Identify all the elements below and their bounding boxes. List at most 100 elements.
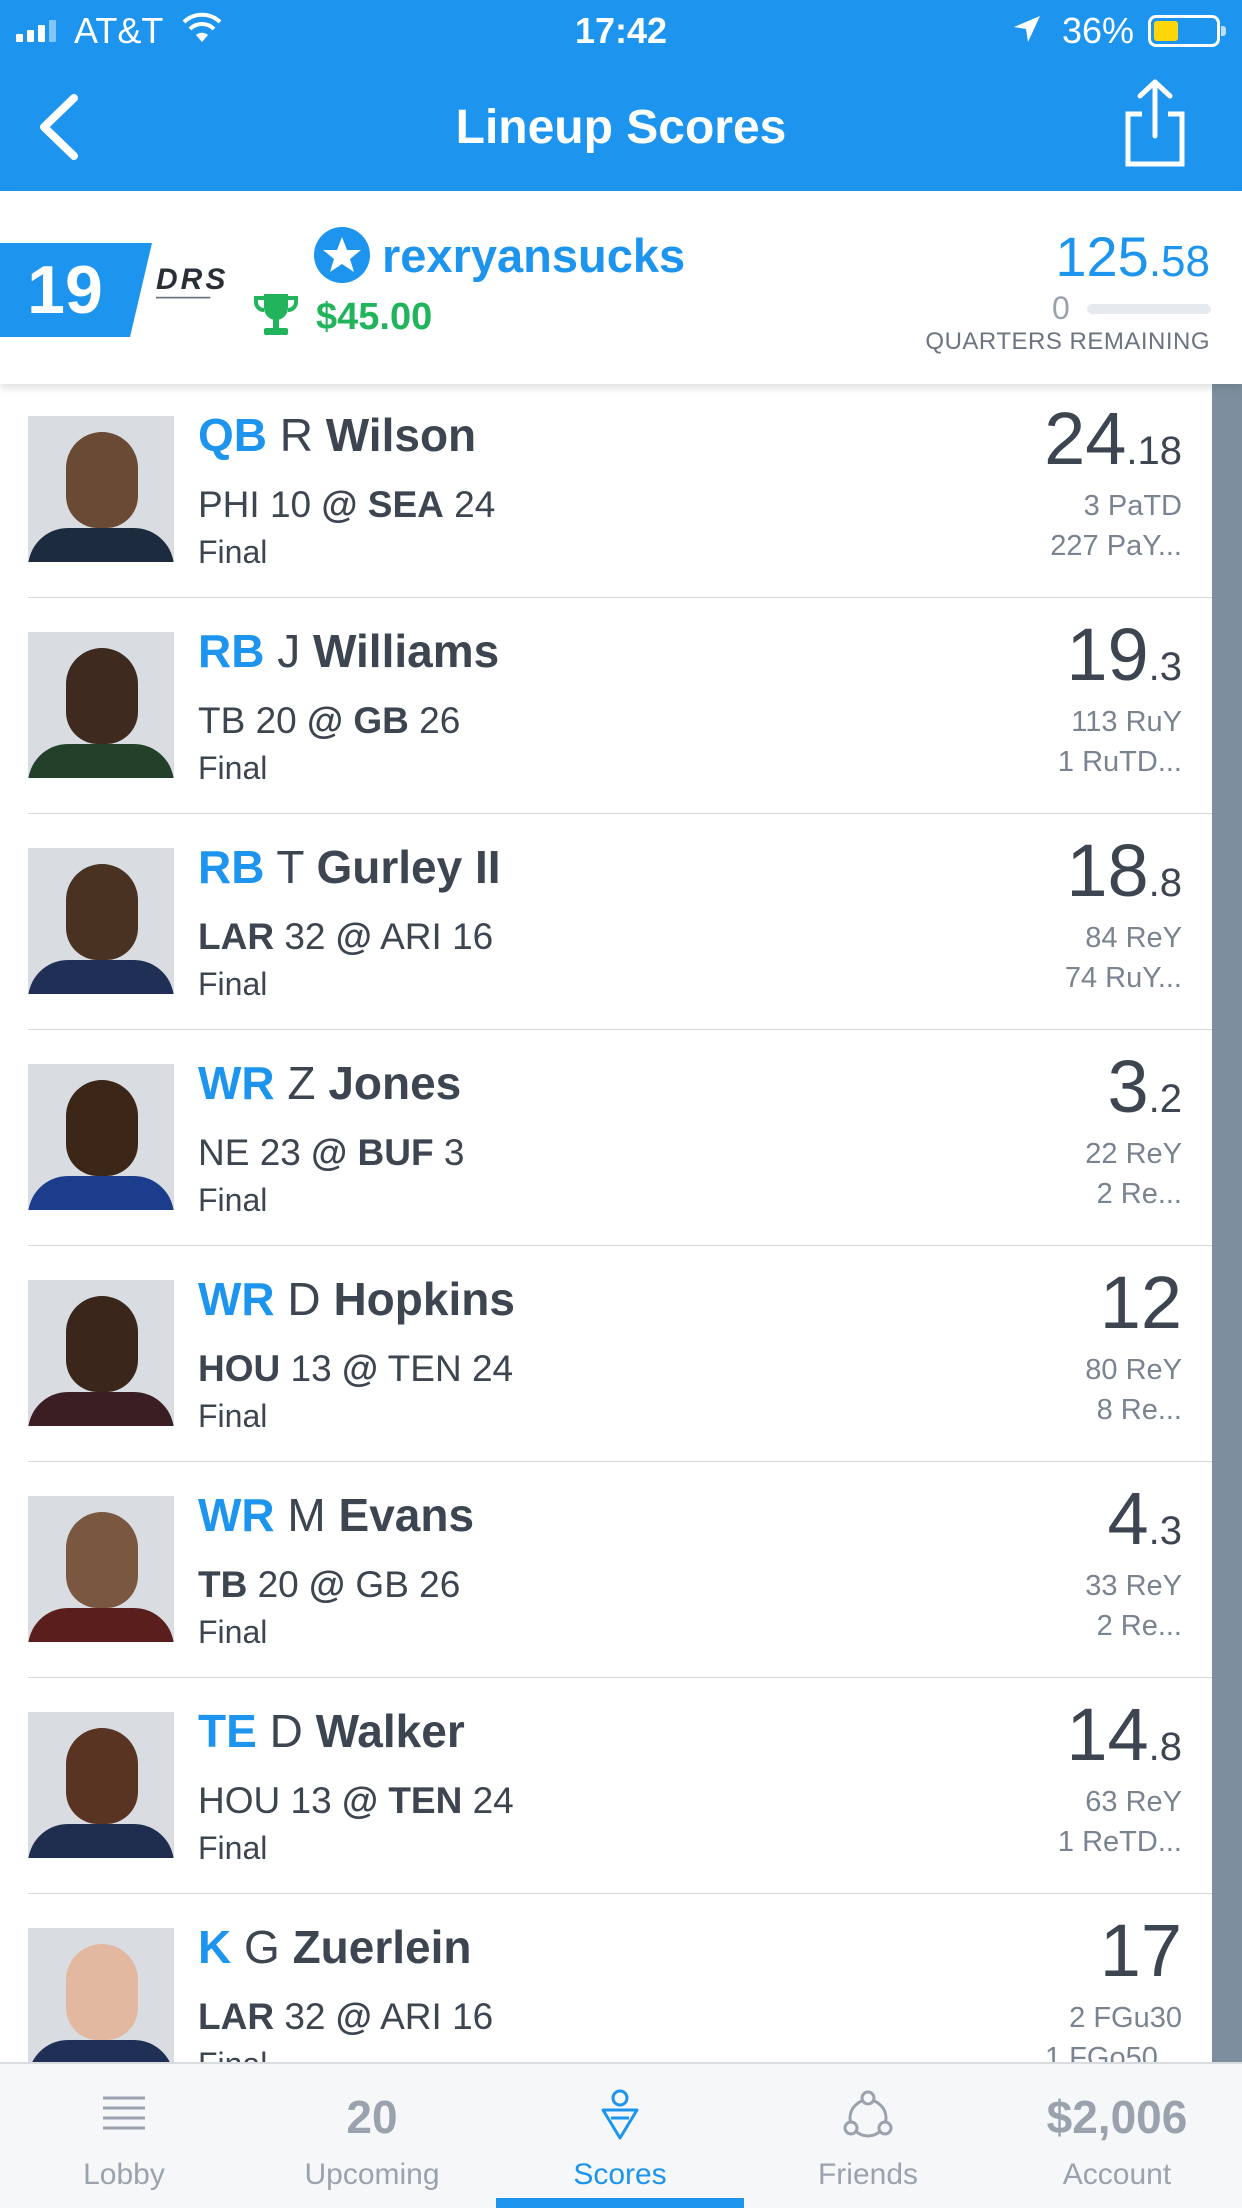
player-position: WR [198,1489,275,1541]
points-decimal: .8 [1148,1725,1182,1769]
tab-lobby[interactable]: Lobby [0,2064,248,2208]
player-first-initial: M [287,1489,326,1541]
tab-upcoming[interactable]: 20 Upcoming [248,2064,496,2208]
player-row[interactable]: WR Z Jones NE 23 @ BUF 3 Final 3.2 22 ReY 2 R… [28,1030,1212,1246]
player-points: 3.2 [1107,1044,1182,1129]
away-team: LAR [198,916,275,957]
tab-account[interactable]: $2,006 Account [992,2064,1242,2208]
player-last-name: Gurley II [316,841,501,893]
star-badge-icon [314,227,370,283]
status-bar: AT&T 17:42 36% [0,0,1242,62]
away-score: 13 [290,1780,332,1821]
game-status: Final [198,1614,268,1650]
game-status: Final [198,1182,268,1218]
player-row[interactable]: QB R Wilson PHI 10 @ SEA 24 Final 24.18 3 Pa… [28,384,1212,598]
player-photo-head [66,1512,138,1608]
home-score: 24 [471,1348,514,1389]
points-int: 17 [1099,1909,1182,1992]
entry-username[interactable]: rexryansucks [382,228,685,283]
tab-bar: Lobby 20 Upcoming Scores Friends $2,006 … [0,2062,1242,2208]
player-last-name: Evans [338,1489,475,1541]
player-position: QB [198,409,267,461]
player-name[interactable]: QB R Wilson [198,408,476,462]
at-symbol: @ [307,700,344,741]
account-balance: $2,006 [1046,2091,1188,2143]
lineup-list[interactable]: QB R Wilson PHI 10 @ SEA 24 Final 24.18 3 Pa… [0,384,1242,2062]
points-decimal: .3 [1148,1509,1182,1553]
stat-line-1: 22 ReY [1085,1138,1182,1170]
upcoming-count: 20 [346,2091,398,2143]
at-symbol: @ [335,1996,372,2037]
player-row[interactable]: RB J Williams TB 20 @ GB 26 Final 19.3 113 R… [28,598,1212,814]
player-name[interactable]: K G Zuerlein [198,1920,472,1974]
away-team: NE [198,1132,250,1173]
points-int: 24 [1044,397,1127,480]
player-last-name: Zuerlein [292,1921,472,1973]
player-row[interactable]: TE D Walker HOU 13 @ TEN 24 Final 14.8 63 Re… [28,1678,1212,1894]
stat-line-1: 84 ReY [1085,922,1182,954]
tab-scores[interactable]: Scores [496,2064,744,2208]
home-score: 26 [419,1564,461,1605]
home-team: ARI [380,916,442,957]
entry-logo: DRS ━━━━━━━━━ [156,263,266,313]
game-score: HOU 13 @ TEN 24 [198,1780,514,1822]
player-photo [28,632,174,778]
player-photo-jersey [28,2040,174,2062]
stat-line-1: 2 FGu30 [1069,2002,1182,2034]
player-first-initial: Z [287,1057,316,1109]
stat-line-2: 74 RuY... [1064,962,1182,994]
page-title: Lineup Scores [455,101,787,154]
trophy-icon [254,294,298,335]
player-name[interactable]: WR Z Jones [198,1056,461,1110]
tab-friends[interactable]: Friends [744,2064,992,2208]
points-decimal: .3 [1148,645,1182,689]
friends-icon [843,2090,893,2138]
player-photo [28,1064,174,1210]
player-first-initial: R [279,409,314,461]
player-position: RB [198,841,265,893]
tab-label: Friends [817,2158,919,2191]
share-icon[interactable] [1120,78,1190,168]
at-symbol: @ [341,1780,379,1821]
player-photo-jersey [28,1176,174,1210]
player-name[interactable]: WR M Evans [198,1488,474,1542]
entry-total-score: 125.58 [1055,224,1210,289]
stat-line-2: 1 FGo50... [1044,2042,1182,2062]
home-team: SEA [367,484,444,525]
stat-line-2: 1 ReTD... [1057,1826,1182,1858]
player-row[interactable]: K G Zuerlein LAR 32 @ ARI 16 Final 17 2 FGu3… [28,1894,1212,2062]
player-position: K [198,1921,232,1973]
home-score: 16 [452,1996,494,2037]
player-first-initial: T [276,841,304,893]
player-last-name: Jones [328,1057,462,1109]
stat-line-1: 63 ReY [1085,1786,1182,1818]
battery-icon [1148,15,1226,47]
player-photo-head [66,864,138,960]
player-row[interactable]: RB T Gurley II LAR 32 @ ARI 16 Final 18.8 84… [28,814,1212,1030]
entry-prize: $45.00 [316,296,433,338]
player-name[interactable]: RB J Williams [198,624,499,678]
player-photo [28,1928,174,2062]
at-symbol: @ [311,1132,348,1173]
player-photo-jersey [28,960,174,994]
player-first-initial: D [269,1705,303,1757]
player-last-name: Wilson [325,409,477,461]
player-points: 19.3 [1066,612,1182,697]
away-score: 10 [269,484,312,525]
active-tab-indicator [496,2198,744,2208]
game-score: HOU 13 @ TEN 24 [198,1348,513,1390]
player-name[interactable]: RB T Gurley II [198,840,501,894]
points-int: 19 [1066,613,1149,696]
quarters-remaining-value: 0 [1052,290,1070,326]
player-last-name: Hopkins [333,1273,515,1325]
player-row[interactable]: WR D Hopkins HOU 13 @ TEN 24 Final 12 80 ReY… [28,1246,1212,1462]
player-name[interactable]: TE D Walker [198,1704,465,1758]
player-last-name: Walker [315,1705,465,1757]
player-name[interactable]: WR D Hopkins [198,1272,515,1326]
points-decimal: .18 [1126,429,1182,473]
player-photo-head [66,1944,138,2040]
away-score: 32 [284,1996,326,2037]
tab-label: Account [1062,2158,1172,2191]
home-score: 24 [454,484,496,525]
player-row[interactable]: WR M Evans TB 20 @ GB 26 Final 4.3 33 ReY 2 R… [28,1462,1212,1678]
